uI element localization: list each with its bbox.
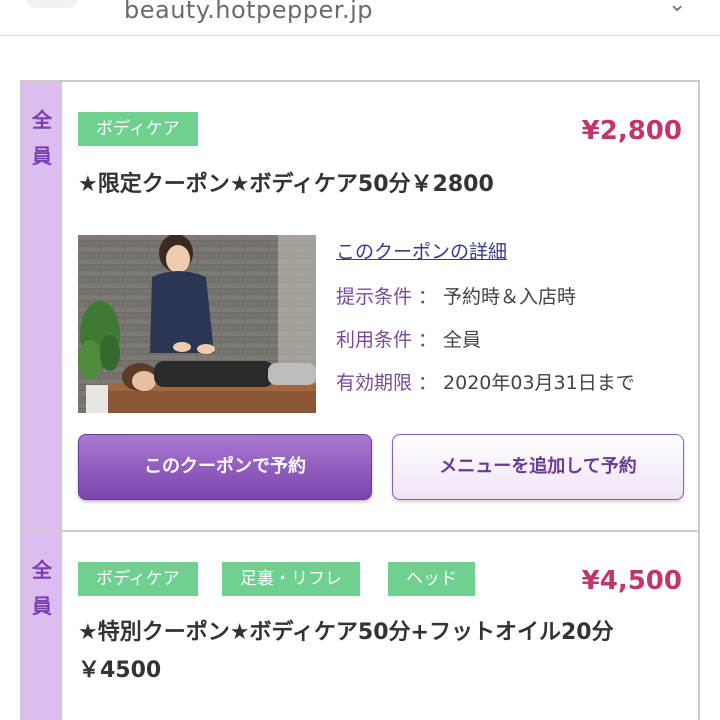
coupon-price: ¥4,500 (581, 566, 682, 596)
target-char: 員 (32, 144, 52, 168)
condition-colon: ： (418, 329, 438, 351)
condition-row: 利用条件：全員 (336, 325, 481, 352)
coupon-title: ★限定クーポン★ボディケア50分￥2800 (78, 172, 494, 197)
target-char: 全 (32, 108, 52, 132)
browser-url-bar[interactable]: beauty.hotpepper.jp ⌄ (0, 0, 720, 36)
reserve-with-coupon-button[interactable]: このクーポンで予約 (78, 434, 372, 500)
coupon-price: ¥2,800 (581, 116, 682, 146)
coupon-card: 全 員 ボディケア 足裏・リフレ ヘッド ¥4,500 ★特別クーポン★ボディケ… (22, 532, 698, 720)
condition-label: 有効期限 (336, 372, 413, 394)
target-strip: 全 員 (22, 82, 62, 530)
coupon-detail-link[interactable]: このクーポンの詳細 (336, 237, 507, 264)
condition-row: 提示条件：予約時＆入店時 (336, 282, 576, 309)
massage-photo-illustration (78, 235, 316, 413)
condition-value: 予約時＆入店時 (443, 286, 577, 308)
condition-label: 利用条件 (336, 329, 413, 351)
category-tag: ボディケア (78, 112, 198, 146)
coupon-title: ★特別クーポン★ボディケア50分+フットオイル20分￥4500 (78, 620, 614, 683)
condition-colon: ： (418, 286, 438, 308)
target-char: 員 (32, 594, 52, 618)
coupon-photo (78, 235, 316, 413)
add-menu-reserve-button[interactable]: メニューを追加して予約 (392, 434, 684, 500)
browser-menu-icon[interactable]: ⌄ (668, 0, 686, 17)
url-text[interactable]: beauty.hotpepper.jp (124, 0, 373, 24)
condition-colon: ： (418, 372, 438, 394)
target-strip: 全 員 (22, 532, 62, 720)
category-tag: ボディケア (78, 562, 198, 596)
category-tag: 足裏・リフレ (222, 562, 360, 596)
coupon-card: 全 員 ボディケア ¥2,800 ★限定クーポン★ボディケア50分￥2800 こ… (22, 82, 698, 532)
condition-label: 提示条件 (336, 286, 413, 308)
coupon-list: 全 員 ボディケア ¥2,800 ★限定クーポン★ボディケア50分￥2800 こ… (20, 80, 700, 720)
target-char: 全 (32, 558, 52, 582)
condition-row: 有効期限： 2020年03月31日まで (336, 368, 635, 395)
site-info-icon[interactable] (26, 0, 78, 8)
condition-value: 2020年03月31日まで (443, 372, 635, 394)
condition-value: 全員 (443, 329, 482, 351)
category-tag: ヘッド (388, 562, 475, 596)
